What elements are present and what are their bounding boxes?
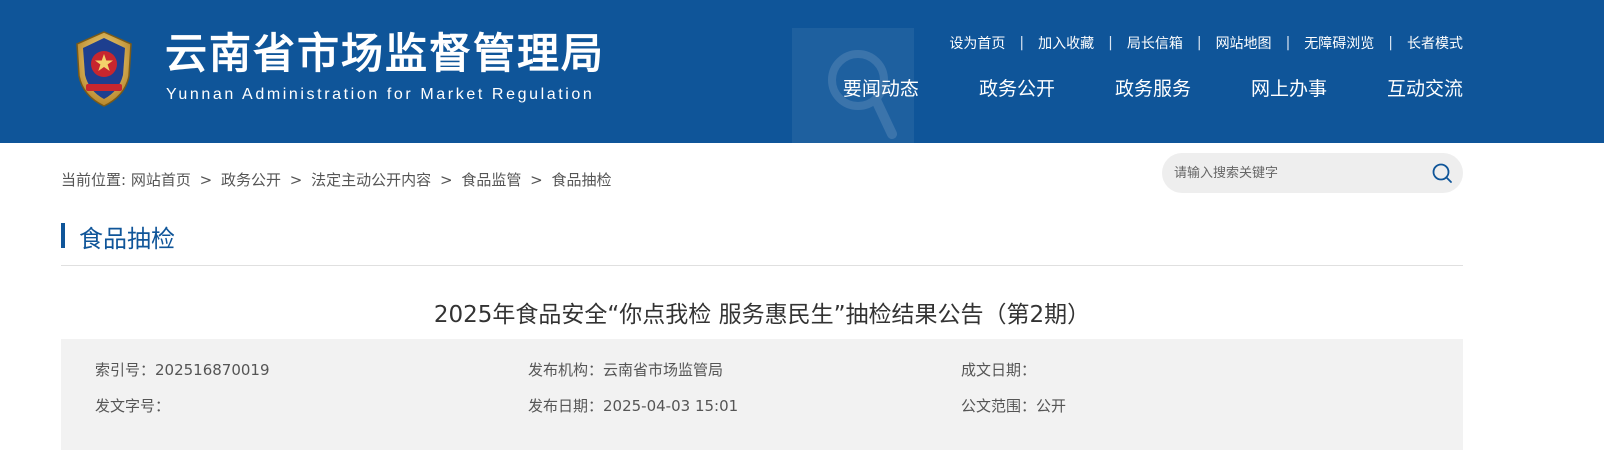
breadcrumb-arrow: > [289, 171, 303, 189]
toplink-director-mailbox[interactable]: 局长信箱 [1127, 33, 1183, 53]
breadcrumb-arrow: > [199, 171, 213, 189]
breadcrumb-arrow: > [530, 171, 543, 189]
nav-item-government-affairs[interactable]: 政务公开 [979, 74, 1055, 101]
meta-document-scope: 公文范围：公开 [961, 397, 1067, 415]
article-title: 2025年食品安全“你点我检 服务惠民生”抽检结果公告（第2期） [433, 302, 1091, 328]
police-emblem-icon [76, 31, 132, 107]
meta-publisher: 发布机构：云南省市场监管局 [528, 361, 724, 379]
nav-item-interaction[interactable]: 互动交流 [1387, 74, 1463, 101]
meta-index-number: 索引号：202516870019 [95, 361, 270, 379]
search-input[interactable] [1174, 153, 1414, 193]
breadcrumb-prefix: 当前位置: [61, 171, 127, 189]
toplink-separator: | [1388, 35, 1393, 51]
toplink-set-homepage[interactable]: 设为首页 [949, 33, 1005, 53]
search-icon[interactable] [1431, 162, 1453, 184]
breadcrumb-arrow: > [439, 171, 453, 189]
nav-item-online-services[interactable]: 网上办事 [1251, 74, 1327, 101]
toplink-sitemap[interactable]: 网站地图 [1216, 33, 1272, 53]
section-divider [61, 265, 1463, 266]
site-subtitle: Yunnan Administration for Market Regulat… [166, 86, 595, 103]
search-box [1162, 153, 1463, 193]
section-accent-bar [61, 223, 65, 248]
top-links: 设为首页 | 加入收藏 | 局长信箱 | 网站地图 | 无障碍浏览 | 长者模式 [949, 33, 1463, 53]
breadcrumb-item-home[interactable]: 网站首页 [131, 171, 191, 189]
toplink-separator: | [1019, 35, 1025, 51]
nav-item-news[interactable]: 要闻动态 [843, 74, 919, 101]
breadcrumb-item-food-supervision[interactable]: 食品监管 [461, 171, 521, 189]
toplink-elderly-mode[interactable]: 长者模式 [1407, 33, 1463, 53]
nav-item-government-services[interactable]: 政务服务 [1115, 74, 1191, 101]
metadata-panel: 索引号：202516870019 发布机构：云南省市场监管局 成文日期： 发文字… [61, 339, 1463, 450]
meta-publish-date: 发布日期：2025-04-03 15:01 [528, 397, 739, 415]
toplink-separator: | [1196, 35, 1202, 51]
meta-document-number: 发文字号： [95, 397, 171, 415]
site-title: 云南省市场监督管理局 [165, 29, 606, 78]
toplink-separator: | [1108, 35, 1113, 51]
breadcrumb: 当前位置: 网站首页 > 政务公开 > 法定主动公开内容 > 食品监管 > 食品… [61, 169, 611, 190]
toplink-accessibility[interactable]: 无障碍浏览 [1304, 33, 1374, 53]
meta-written-date: 成文日期： [961, 361, 1037, 379]
toplink-separator: | [1285, 35, 1291, 51]
section-title: 食品抽检 [79, 225, 175, 253]
breadcrumb-item-statutory-disclosure[interactable]: 法定主动公开内容 [311, 171, 431, 189]
toplink-add-favorite[interactable]: 加入收藏 [1038, 33, 1094, 53]
breadcrumb-item-government-affairs[interactable]: 政务公开 [221, 171, 281, 189]
breadcrumb-item-food-sampling[interactable]: 食品抽检 [551, 171, 611, 189]
main-nav: 要闻动态 政务公开 政务服务 网上办事 互动交流 [843, 74, 1463, 101]
site-header: 云南省市场监督管理局 Yunnan Administration for Mar… [0, 0, 1604, 143]
